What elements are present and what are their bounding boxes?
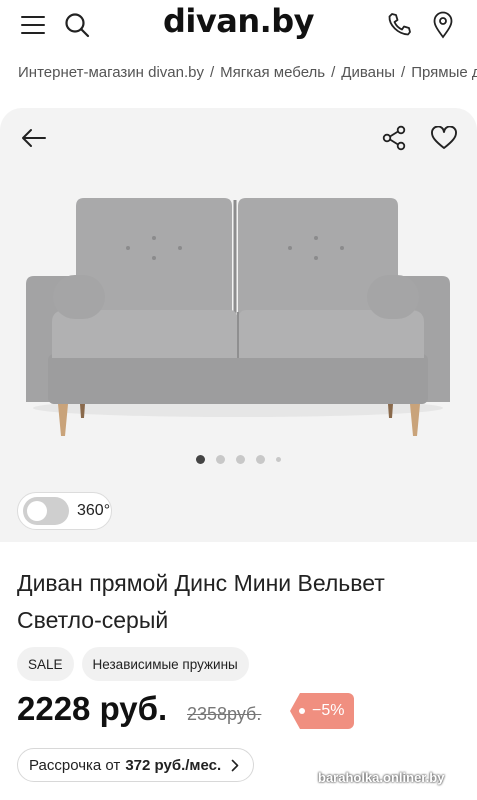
price-row: 2228 руб. 2358руб. −5%	[17, 690, 467, 734]
gallery-dot[interactable]	[256, 455, 265, 464]
breadcrumb-home[interactable]: Интернет-магазин divan.by	[18, 64, 204, 81]
toggle-knob	[27, 501, 47, 521]
product-title: Диван прямой Динс Мини Вельвет Светло-се…	[17, 570, 385, 633]
menu-icon[interactable]	[16, 8, 50, 42]
phone-icon[interactable]	[382, 8, 416, 42]
discount-badge: −5%	[290, 693, 355, 729]
installment-button[interactable]: Рассрочка от 372 руб./мес.	[17, 748, 255, 782]
breadcrumb-sofas[interactable]: Диваны	[341, 64, 395, 81]
heart-icon[interactable]	[424, 118, 464, 158]
location-pin-icon[interactable]	[426, 8, 460, 42]
gallery-dot[interactable]	[216, 455, 225, 464]
chevron-right-icon	[231, 759, 239, 772]
share-icon[interactable]	[374, 118, 414, 158]
back-arrow-icon[interactable]	[14, 118, 54, 158]
gallery-dot[interactable]	[196, 455, 205, 464]
product-gallery[interactable]: 360°	[0, 108, 477, 542]
installment-prefix: Рассрочка от	[29, 756, 121, 774]
breadcrumb-straight-sofas[interactable]: Прямые диваны	[411, 64, 477, 81]
installment-amount: 372 руб./мес.	[125, 756, 222, 774]
sofa-image	[26, 198, 450, 436]
breadcrumb: Интернет-магазин divan.by / Мягкая мебель /…	[18, 64, 477, 81]
breadcrumb-separator: /	[331, 64, 336, 81]
product-tags: SALE Независимые пружины	[17, 647, 249, 681]
current-price: 2228 руб.	[17, 690, 168, 727]
view-360-toggle[interactable]: 360°	[17, 492, 112, 530]
gallery-dot[interactable]	[236, 455, 245, 464]
search-icon[interactable]	[60, 8, 94, 42]
breadcrumb-separator: /	[210, 64, 215, 81]
old-price: 2358руб.	[187, 704, 262, 724]
toggle-switch[interactable]	[23, 497, 69, 525]
tag-independent-springs[interactable]: Независимые пружины	[81, 647, 249, 681]
gallery-dot[interactable]	[276, 457, 281, 462]
logo-link[interactable]: divan.by	[163, 2, 315, 40]
tag-sale[interactable]: SALE	[17, 647, 74, 681]
watermark: baraholka.onliner.by	[318, 770, 445, 785]
view-360-label: 360°	[77, 502, 111, 519]
header: divan.by	[0, 0, 477, 50]
breadcrumb-separator: /	[401, 64, 406, 81]
breadcrumb-upholstered-furniture[interactable]: Мягкая мебель	[220, 64, 325, 81]
gallery-pagination	[0, 455, 477, 464]
